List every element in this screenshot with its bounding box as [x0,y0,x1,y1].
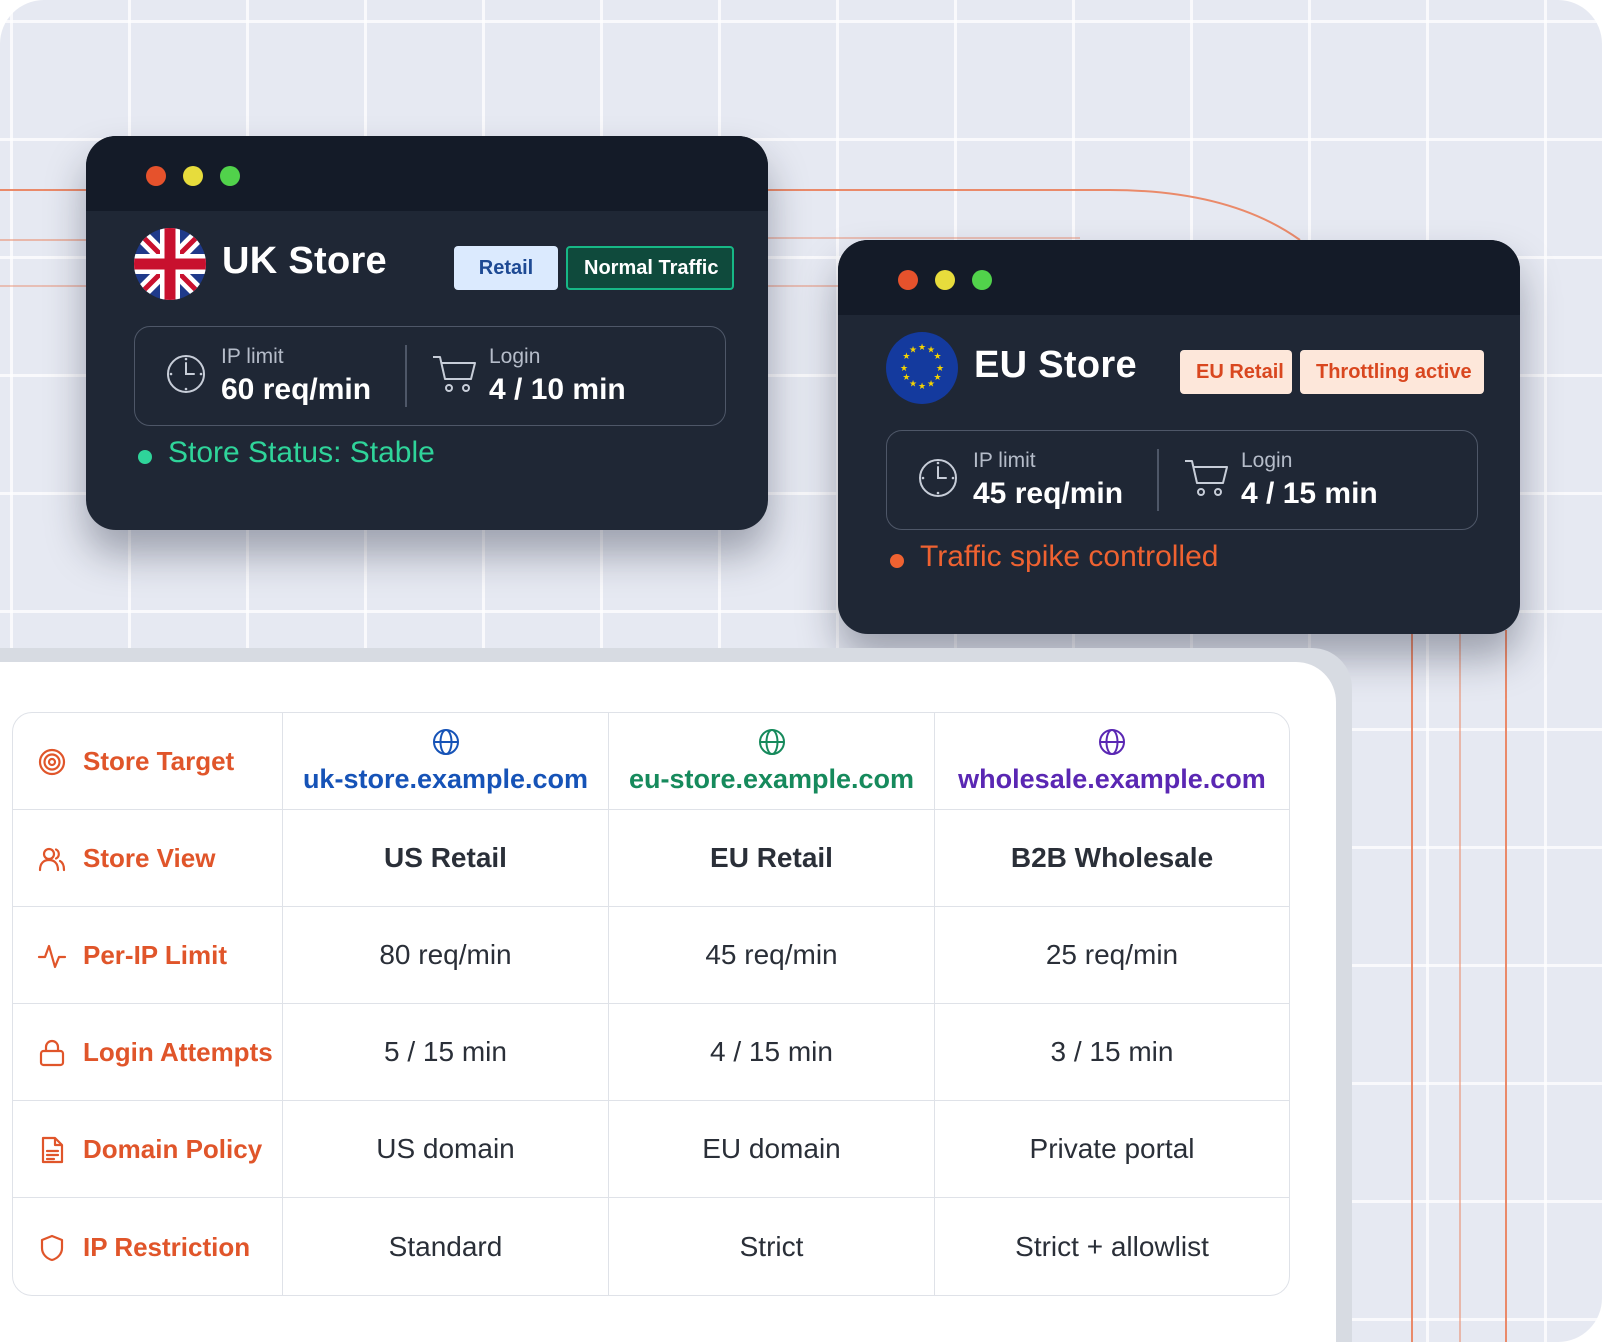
eu-retail-tag: EU Retail [1180,350,1292,394]
store-title: EU Store [974,344,1137,386]
table-cell: Strict [609,1198,935,1295]
store-title: UK Store [222,240,387,282]
table-row: Domain Policy US domain EU domain Privat… [13,1101,1289,1198]
svg-text:★: ★ [918,382,926,392]
target-icon [38,748,66,776]
svg-text:★: ★ [902,373,910,383]
row-label-text: Per-IP Limit [83,940,228,971]
ip-limit-value: 45 req/min [973,477,1124,510]
lock-icon [39,1039,65,1067]
ip-limit-label: IP limit [221,345,284,368]
table-cell: Strict + allowlist [1015,1230,1209,1262]
row-label: IP Restriction [13,1198,283,1295]
window-titlebar [86,136,768,211]
table-row: Login Attempts 5 / 15 min 4 / 15 min 3 /… [13,1004,1289,1101]
domain-link-eu[interactable]: eu-store.example.com [629,764,914,794]
table-cell: EU Retail [609,810,935,907]
table-cell: 45 req/min [609,907,935,1004]
table-cell: 3 / 15 min [935,1004,1289,1101]
login-value: 4 / 10 min [489,373,626,406]
uk-flag-icon [134,228,206,300]
status-text: Store Status: Stable [168,436,435,469]
minimize-dot[interactable] [183,166,203,186]
table-row: Store Target uk-store.example.com eu-sto… [13,713,1289,810]
activity-icon [37,944,67,969]
svg-text:★: ★ [900,364,908,374]
shield-icon [40,1234,64,1261]
table-cell: B2B Wholesale [935,810,1289,907]
domain-link-uk[interactable]: uk-store.example.com [303,764,588,794]
uk-store-window: UK Store Retail Normal Traffic IP limit … [86,136,768,530]
table-cell: EU domain [609,1101,935,1198]
table-cell: US domain [283,1101,609,1198]
table-row: IP Restriction Standard Strict Strict + … [13,1198,1289,1295]
table-row: Store View US Retail EU Retail B2B Whole… [13,810,1289,907]
svg-text:★: ★ [927,380,935,390]
document-icon [41,1136,64,1164]
row-label-text: Domain Policy [83,1134,263,1165]
minimize-dot[interactable] [935,270,955,290]
login-value: 4 / 15 min [1241,477,1378,510]
eu-store-window: ★ ★ ★ ★ ★ ★ ★ ★ ★ ★ ★ ★ EU Store EU Retail Throt… [838,240,1520,634]
maximize-dot[interactable] [972,270,992,290]
metric-divider [405,345,407,407]
throttling-tag: Throttling active [1300,350,1484,394]
table-cell: Standard [283,1198,609,1295]
login-label: Login [1241,449,1293,472]
domain-cell-uk: uk-store.example.com [283,713,609,810]
close-dot[interactable] [146,166,166,186]
row-label: Store Target [13,713,283,810]
row-label: Per-IP Limit [13,907,283,1004]
domain-cell-wholesale: wholesale.example.com [935,713,1289,810]
users-icon [38,847,66,872]
globe-icon [1099,729,1125,755]
svg-text:★: ★ [934,352,942,362]
table-cell: 5 / 15 min [283,1004,609,1101]
row-label-text: Login Attempts [83,1037,273,1068]
table-cell: US Retail [283,810,609,907]
store-comparison-table: Store Target uk-store.example.com eu-sto… [12,712,1290,1296]
status-dot [138,450,152,464]
clock-icon [919,459,957,497]
globe-icon [432,729,459,755]
table-cell: 4 / 15 min [609,1004,935,1101]
status-text: Traffic spike controlled [920,540,1219,573]
row-label: Store View [13,810,283,907]
metric-divider [1157,449,1159,511]
close-dot[interactable] [898,270,918,290]
table-cell: 25 req/min [935,907,1289,1004]
row-label-text: Store View [83,843,216,874]
table-row: Per-IP Limit 80 req/min 45 req/min 25 re… [13,907,1289,1004]
row-label-text: Store Target [83,746,235,777]
ip-limit-label: IP limit [973,449,1036,472]
domain-link-wholesale[interactable]: wholesale.example.com [958,764,1266,794]
window-titlebar [838,240,1520,315]
globe-icon [758,729,785,755]
login-label: Login [489,345,541,368]
row-label-text: IP Restriction [83,1232,251,1263]
retail-tag: Retail [454,246,558,290]
status-dot [890,554,904,568]
svg-text:★: ★ [918,343,926,353]
table-cell: 80 req/min [283,907,609,1004]
clock-icon [167,355,205,393]
eu-flag-icon: ★ ★ ★ ★ ★ ★ ★ ★ ★ ★ ★ ★ [886,332,958,404]
cart-icon [1185,460,1228,496]
ip-limit-value: 60 req/min [221,373,372,406]
svg-text:★: ★ [909,345,917,355]
metrics-box: IP limit 60 req/min Login 4 / 10 min [134,326,726,426]
metrics-box: IP limit 45 req/min Login 4 / 15 min [886,430,1478,530]
domain-cell-eu: eu-store.example.com [609,713,935,810]
cart-icon [433,356,476,392]
row-label: Domain Policy [13,1101,283,1198]
table-cell: Private portal [935,1101,1289,1198]
row-label: Login Attempts [13,1004,283,1101]
maximize-dot[interactable] [220,166,240,186]
traffic-status-tag: Normal Traffic [566,246,734,290]
